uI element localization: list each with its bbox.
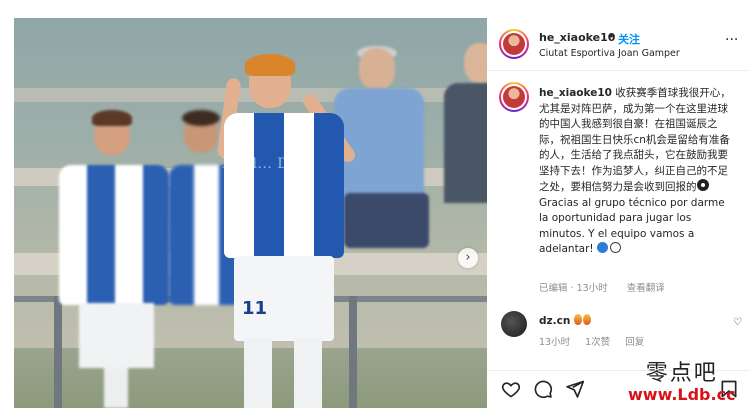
- caption-text-es: Gracias al grupo técnico por darme la op…: [539, 196, 725, 256]
- comment-username[interactable]: dz.cn: [539, 315, 570, 327]
- photo-watermark: Noel... Dom: [222, 156, 312, 172]
- reply-button[interactable]: 回复: [625, 337, 644, 348]
- follow-button[interactable]: 关注: [618, 31, 640, 47]
- site-watermark-url: www.Ldb.cc: [628, 385, 736, 404]
- comment-time: 13小时: [539, 337, 571, 348]
- comment-meta: 13小时 1次赞 回复: [539, 334, 656, 348]
- caption-text-cn: 收获赛季首球我很开心，尤其是对阵巴萨，成为第一个在这里进球的中国人我感到很自豪！…: [539, 87, 731, 193]
- caption-username[interactable]: he_xiaoke10: [539, 87, 612, 99]
- fire-icon: [574, 314, 583, 325]
- soccer-ball-icon: [696, 179, 709, 191]
- username-link[interactable]: he_xiaoke10: [539, 31, 615, 44]
- separator-dot: •: [608, 30, 615, 43]
- page-margin: [0, 0, 14, 408]
- post-time: 13小时: [576, 283, 608, 294]
- translate-link[interactable]: 查看翻译: [627, 283, 665, 294]
- spectator: [444, 43, 487, 203]
- avatar[interactable]: [499, 29, 529, 59]
- next-image-button[interactable]: ›: [458, 248, 478, 268]
- comment-like-icon[interactable]: ♡: [733, 317, 742, 328]
- site-watermark: 零点吧 www.Ldb.cc: [628, 355, 736, 404]
- white-circle-icon: [610, 242, 621, 253]
- comment-avatar[interactable]: [501, 311, 527, 337]
- teammate-player: [49, 110, 179, 408]
- edited-label: 已编辑: [539, 283, 568, 294]
- fire-icon: [583, 314, 592, 325]
- caption-meta: 已编辑 · 13小时 查看翻译: [539, 283, 665, 294]
- main-player: 11: [214, 54, 358, 408]
- comment-icon[interactable]: [533, 379, 553, 399]
- post-photo[interactable]: 11 Noel... Dom: [14, 18, 487, 408]
- blue-circle-icon: [597, 242, 608, 253]
- share-icon[interactable]: [565, 379, 585, 399]
- more-options-icon[interactable]: ···: [725, 32, 738, 48]
- site-watermark-cn: 零点吧: [645, 361, 718, 386]
- post-caption: he_xiaoke10 收获赛季首球我很开心，尤其是对阵巴萨，成为第一个在这里进…: [539, 86, 735, 258]
- post-side-panel: he_xiaoke10 • 关注 Ciutat Esportiva Joan G…: [487, 18, 750, 408]
- comment-likes[interactable]: 1次赞: [585, 337, 610, 348]
- caption-avatar[interactable]: [499, 82, 529, 112]
- heart-icon[interactable]: [501, 379, 521, 399]
- comment-text: dz.cn: [539, 314, 592, 327]
- jersey-number: 11: [242, 298, 268, 319]
- location-link[interactable]: Ciutat Esportiva Joan Gamper: [539, 48, 680, 59]
- post-header: he_xiaoke10 • 关注 Ciutat Esportiva Joan G…: [487, 18, 750, 71]
